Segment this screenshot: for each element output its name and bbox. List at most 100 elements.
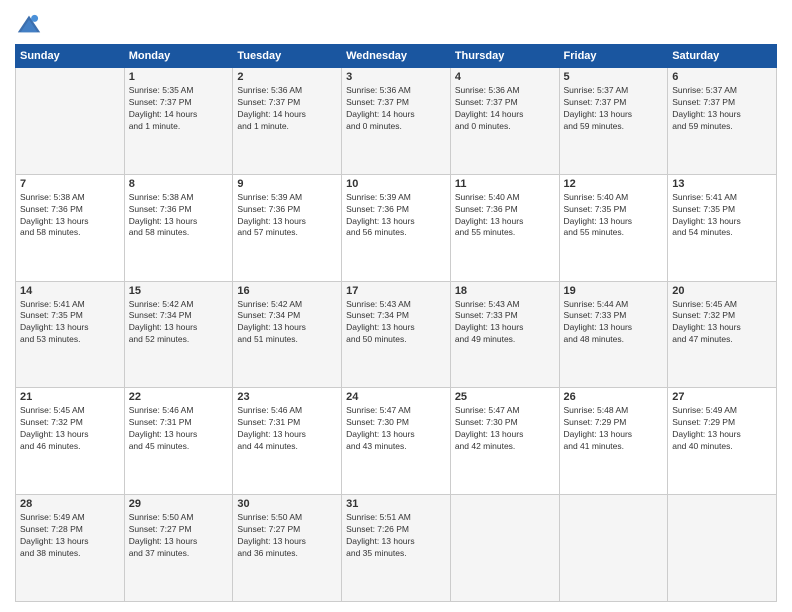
- week-row-2: 7Sunrise: 5:38 AM Sunset: 7:36 PM Daylig…: [16, 174, 777, 281]
- weekday-header-wednesday: Wednesday: [342, 45, 451, 68]
- logo: [15, 10, 47, 38]
- calendar-table: SundayMondayTuesdayWednesdayThursdayFrid…: [15, 44, 777, 602]
- calendar-cell: 21Sunrise: 5:45 AM Sunset: 7:32 PM Dayli…: [16, 388, 125, 495]
- weekday-header-tuesday: Tuesday: [233, 45, 342, 68]
- day-number: 6: [672, 71, 772, 83]
- day-number: 10: [346, 178, 446, 190]
- day-info: Sunrise: 5:49 AM Sunset: 7:28 PM Dayligh…: [20, 512, 120, 560]
- calendar-cell: 31 Sunrise: 5:51 AM Sunset: 7:26 PM Dayli…: [342, 495, 451, 602]
- day-number: 14: [20, 285, 120, 297]
- calendar-cell: 5 Sunrise: 5:37 AM Sunset: 7:37 PM Daylig…: [559, 68, 668, 175]
- day-number: 21: [20, 391, 120, 403]
- calendar-cell: 14 Sunrise: 5:41 AM Sunset: 7:35 PM Dayli…: [16, 281, 125, 388]
- calendar-cell: 9Sunrise: 5:39 AM Sunset: 7:36 PM Daylig…: [233, 174, 342, 281]
- day-info: Sunrise: 5:39 AM Sunset: 7:36 PM Dayligh…: [346, 192, 446, 240]
- day-info: Sunrise: 5:50 AM Sunset: 7:27 PM Dayligh…: [129, 512, 229, 560]
- day-number: 5: [564, 71, 664, 83]
- weekday-header-row: SundayMondayTuesdayWednesdayThursdayFrid…: [16, 45, 777, 68]
- calendar-cell: [559, 495, 668, 602]
- day-info: Sunrise: 5:36 AM Sunset: 7:37 PM Dayligh…: [237, 85, 337, 133]
- day-info: Sunrise: 5:47 AM Sunset: 7:30 PM Dayligh…: [455, 405, 555, 453]
- calendar-cell: 30 Sunrise: 5:50 AM Sunset: 7:27 PM Dayli…: [233, 495, 342, 602]
- day-number: 7: [20, 178, 120, 190]
- day-number: 12: [564, 178, 664, 190]
- day-info: Sunrise: 5:43 AM Sunset: 7:33 PM Dayligh…: [455, 299, 555, 347]
- calendar-cell: [16, 68, 125, 175]
- day-info: Sunrise: 5:41 AM Sunset: 7:35 PM Dayligh…: [20, 299, 120, 347]
- day-info: Sunrise: 5:42 AM Sunset: 7:34 PM Dayligh…: [237, 299, 337, 347]
- day-number: 27: [672, 391, 772, 403]
- calendar-cell: 25 Sunrise: 5:47 AM Sunset: 7:30 PM Dayli…: [450, 388, 559, 495]
- day-info: Sunrise: 5:40 AM Sunset: 7:35 PM Dayligh…: [564, 192, 664, 240]
- calendar-cell: 18 Sunrise: 5:43 AM Sunset: 7:33 PM Dayli…: [450, 281, 559, 388]
- day-info: Sunrise: 5:40 AM Sunset: 7:36 PM Dayligh…: [455, 192, 555, 240]
- calendar-cell: 11 Sunrise: 5:40 AM Sunset: 7:36 PM Dayli…: [450, 174, 559, 281]
- calendar-cell: 7Sunrise: 5:38 AM Sunset: 7:36 PM Daylig…: [16, 174, 125, 281]
- day-number: 22: [129, 391, 229, 403]
- day-number: 13: [672, 178, 772, 190]
- calendar-cell: 6Sunrise: 5:37 AM Sunset: 7:37 PM Daylig…: [668, 68, 777, 175]
- week-row-3: 14 Sunrise: 5:41 AM Sunset: 7:35 PM Dayli…: [16, 281, 777, 388]
- weekday-header-thursday: Thursday: [450, 45, 559, 68]
- calendar-cell: 1 Sunrise: 5:35 AM Sunset: 7:37 PM Daylig…: [124, 68, 233, 175]
- day-info: Sunrise: 5:41 AM Sunset: 7:35 PM Dayligh…: [672, 192, 772, 240]
- day-info: Sunrise: 5:45 AM Sunset: 7:32 PM Dayligh…: [672, 299, 772, 347]
- day-info: Sunrise: 5:47 AM Sunset: 7:30 PM Dayligh…: [346, 405, 446, 453]
- header: [15, 10, 777, 38]
- day-info: Sunrise: 5:43 AM Sunset: 7:34 PM Dayligh…: [346, 299, 446, 347]
- day-number: 29: [129, 498, 229, 510]
- calendar-cell: 16Sunrise: 5:42 AM Sunset: 7:34 PM Dayli…: [233, 281, 342, 388]
- calendar-cell: 12 Sunrise: 5:40 AM Sunset: 7:35 PM Dayli…: [559, 174, 668, 281]
- calendar-cell: 10 Sunrise: 5:39 AM Sunset: 7:36 PM Dayli…: [342, 174, 451, 281]
- day-info: Sunrise: 5:51 AM Sunset: 7:26 PM Dayligh…: [346, 512, 446, 560]
- week-row-1: 1 Sunrise: 5:35 AM Sunset: 7:37 PM Daylig…: [16, 68, 777, 175]
- day-number: 18: [455, 285, 555, 297]
- calendar-cell: 8Sunrise: 5:38 AM Sunset: 7:36 PM Daylig…: [124, 174, 233, 281]
- day-number: 20: [672, 285, 772, 297]
- day-info: Sunrise: 5:36 AM Sunset: 7:37 PM Dayligh…: [455, 85, 555, 133]
- day-number: 26: [564, 391, 664, 403]
- calendar-cell: 26 Sunrise: 5:48 AM Sunset: 7:29 PM Dayli…: [559, 388, 668, 495]
- day-number: 31: [346, 498, 446, 510]
- day-info: Sunrise: 5:44 AM Sunset: 7:33 PM Dayligh…: [564, 299, 664, 347]
- day-number: 17: [346, 285, 446, 297]
- day-number: 28: [20, 498, 120, 510]
- day-info: Sunrise: 5:42 AM Sunset: 7:34 PM Dayligh…: [129, 299, 229, 347]
- calendar-cell: 17 Sunrise: 5:43 AM Sunset: 7:34 PM Dayli…: [342, 281, 451, 388]
- day-info: Sunrise: 5:50 AM Sunset: 7:27 PM Dayligh…: [237, 512, 337, 560]
- logo-icon: [15, 10, 43, 38]
- day-number: 25: [455, 391, 555, 403]
- calendar-cell: 27 Sunrise: 5:49 AM Sunset: 7:29 PM Dayli…: [668, 388, 777, 495]
- day-info: Sunrise: 5:46 AM Sunset: 7:31 PM Dayligh…: [237, 405, 337, 453]
- day-number: 24: [346, 391, 446, 403]
- calendar-cell: 2 Sunrise: 5:36 AM Sunset: 7:37 PM Daylig…: [233, 68, 342, 175]
- day-number: 30: [237, 498, 337, 510]
- day-info: Sunrise: 5:49 AM Sunset: 7:29 PM Dayligh…: [672, 405, 772, 453]
- calendar-cell: 20 Sunrise: 5:45 AM Sunset: 7:32 PM Dayli…: [668, 281, 777, 388]
- day-info: Sunrise: 5:36 AM Sunset: 7:37 PM Dayligh…: [346, 85, 446, 133]
- day-info: Sunrise: 5:46 AM Sunset: 7:31 PM Dayligh…: [129, 405, 229, 453]
- day-number: 1: [129, 71, 229, 83]
- day-number: 15: [129, 285, 229, 297]
- day-number: 9: [237, 178, 337, 190]
- calendar-cell: 29 Sunrise: 5:50 AM Sunset: 7:27 PM Dayli…: [124, 495, 233, 602]
- calendar-cell: 28 Sunrise: 5:49 AM Sunset: 7:28 PM Dayli…: [16, 495, 125, 602]
- day-info: Sunrise: 5:48 AM Sunset: 7:29 PM Dayligh…: [564, 405, 664, 453]
- weekday-header-saturday: Saturday: [668, 45, 777, 68]
- calendar-cell: [450, 495, 559, 602]
- week-row-4: 21Sunrise: 5:45 AM Sunset: 7:32 PM Dayli…: [16, 388, 777, 495]
- calendar-cell: 19Sunrise: 5:44 AM Sunset: 7:33 PM Dayli…: [559, 281, 668, 388]
- calendar-cell: 13 Sunrise: 5:41 AM Sunset: 7:35 PM Dayli…: [668, 174, 777, 281]
- day-number: 4: [455, 71, 555, 83]
- day-info: Sunrise: 5:37 AM Sunset: 7:37 PM Dayligh…: [564, 85, 664, 133]
- page: SundayMondayTuesdayWednesdayThursdayFrid…: [0, 0, 792, 612]
- calendar-cell: 23 Sunrise: 5:46 AM Sunset: 7:31 PM Dayli…: [233, 388, 342, 495]
- calendar-cell: [668, 495, 777, 602]
- day-number: 2: [237, 71, 337, 83]
- week-row-5: 28 Sunrise: 5:49 AM Sunset: 7:28 PM Dayli…: [16, 495, 777, 602]
- day-info: Sunrise: 5:35 AM Sunset: 7:37 PM Dayligh…: [129, 85, 229, 133]
- day-number: 23: [237, 391, 337, 403]
- day-number: 11: [455, 178, 555, 190]
- day-number: 3: [346, 71, 446, 83]
- weekday-header-sunday: Sunday: [16, 45, 125, 68]
